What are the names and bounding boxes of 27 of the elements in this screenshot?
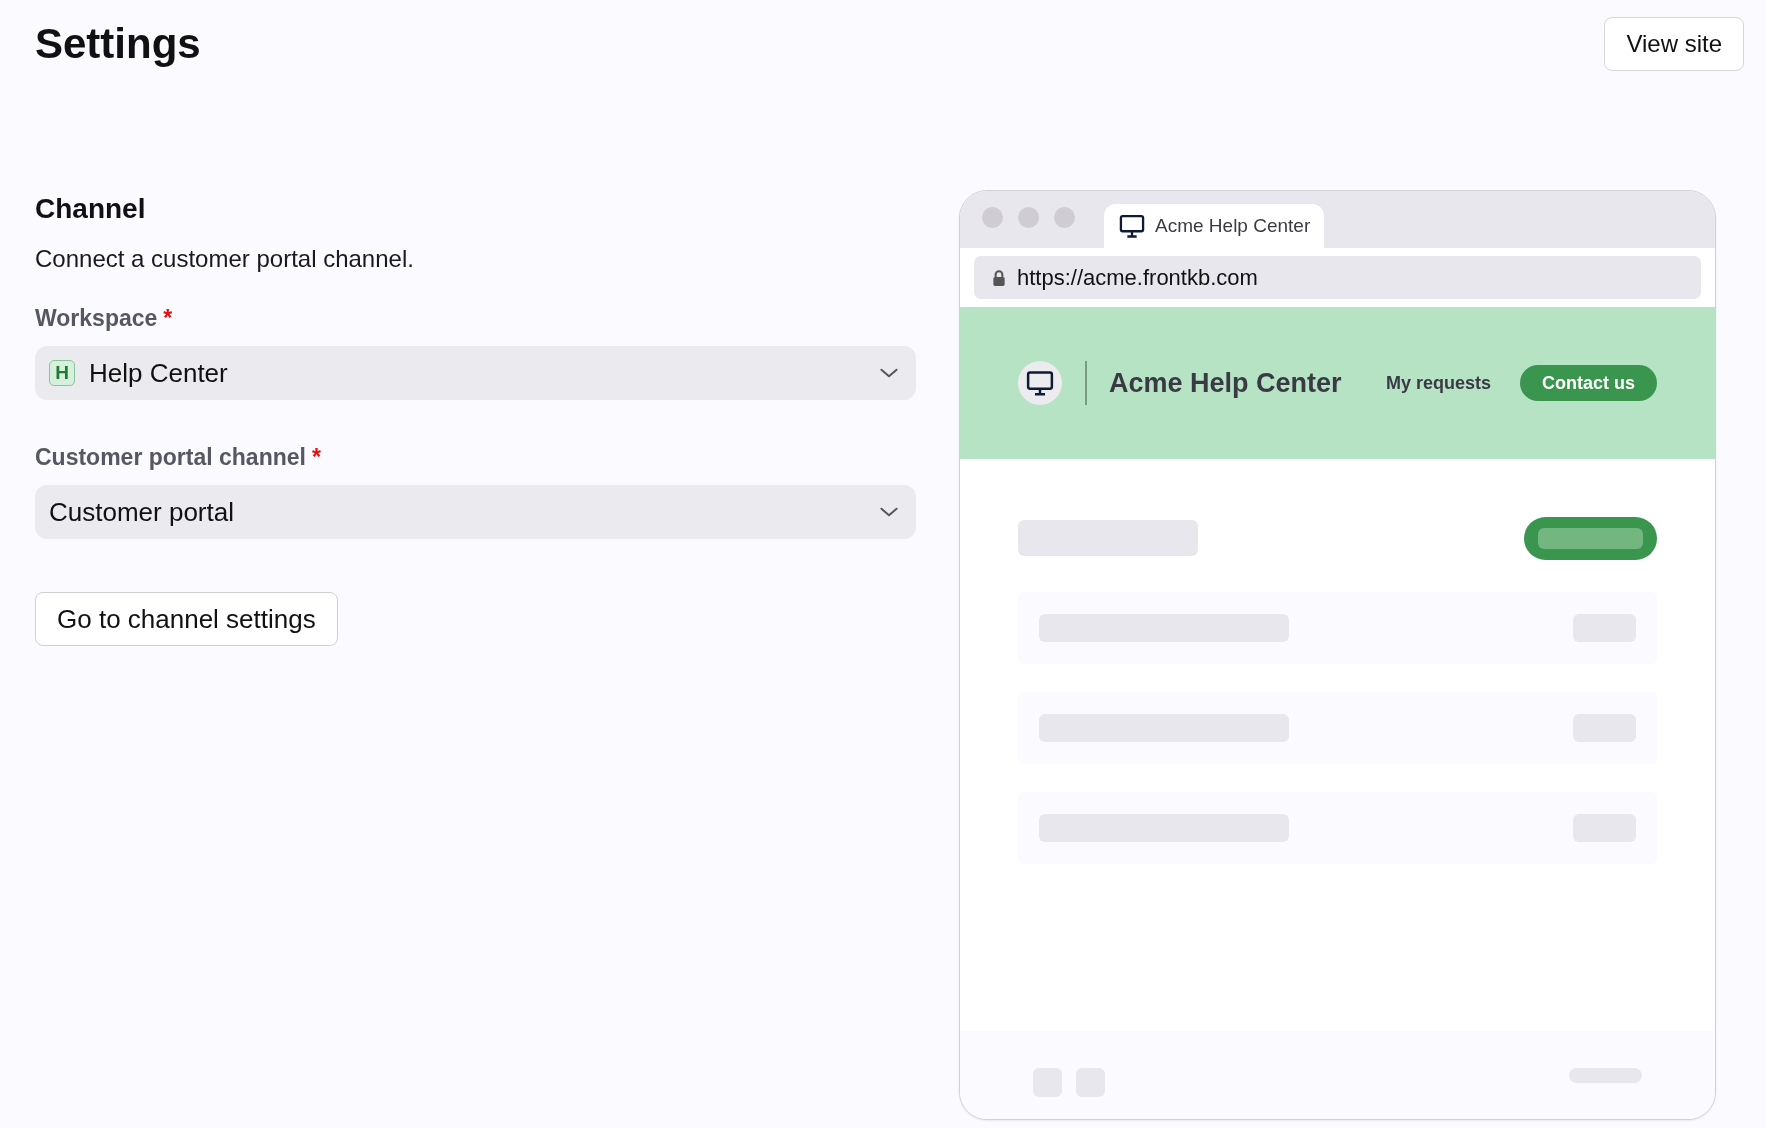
- monitor-icon: [1025, 368, 1055, 398]
- monitor-icon: [1118, 212, 1146, 240]
- channel-settings-button[interactable]: Go to channel settings: [35, 592, 338, 646]
- select-field[interactable]: H Help Center: [35, 346, 916, 400]
- select-field[interactable]: Customer portal: [35, 485, 916, 539]
- contact-button[interactable]: Contact us: [1520, 365, 1657, 401]
- view-site-button[interactable]: View site: [1604, 17, 1744, 71]
- workspace-badge: H: [49, 360, 75, 386]
- tab-title: Acme Help Center: [1155, 215, 1311, 237]
- section-description: Connect a customer portal channel.: [35, 245, 414, 273]
- required-mark: *: [163, 305, 173, 332]
- nav-link[interactable]: My requests: [1385, 372, 1491, 394]
- select-value: Help Center: [89, 357, 229, 389]
- field-label: Workspace: [35, 305, 158, 332]
- site-name: Acme Help Center: [1109, 367, 1342, 399]
- browser-tab[interactable]: Acme Help Center: [1104, 204, 1325, 248]
- window-dot: [1054, 206, 1075, 228]
- window-dot: [982, 206, 1003, 228]
- field-label: Customer portal channel: [35, 444, 306, 471]
- select-value: Customer portal: [49, 496, 235, 528]
- address-bar[interactable]: https://acme.frontkb.com: [974, 256, 1701, 299]
- page-title: Settings: [35, 19, 201, 65]
- window-dot: [1018, 206, 1039, 228]
- lock-icon: [990, 268, 1008, 287]
- url-text: https://acme.frontkb.com: [1017, 264, 1258, 291]
- required-mark: *: [311, 444, 321, 471]
- section-heading: Channel: [35, 193, 146, 225]
